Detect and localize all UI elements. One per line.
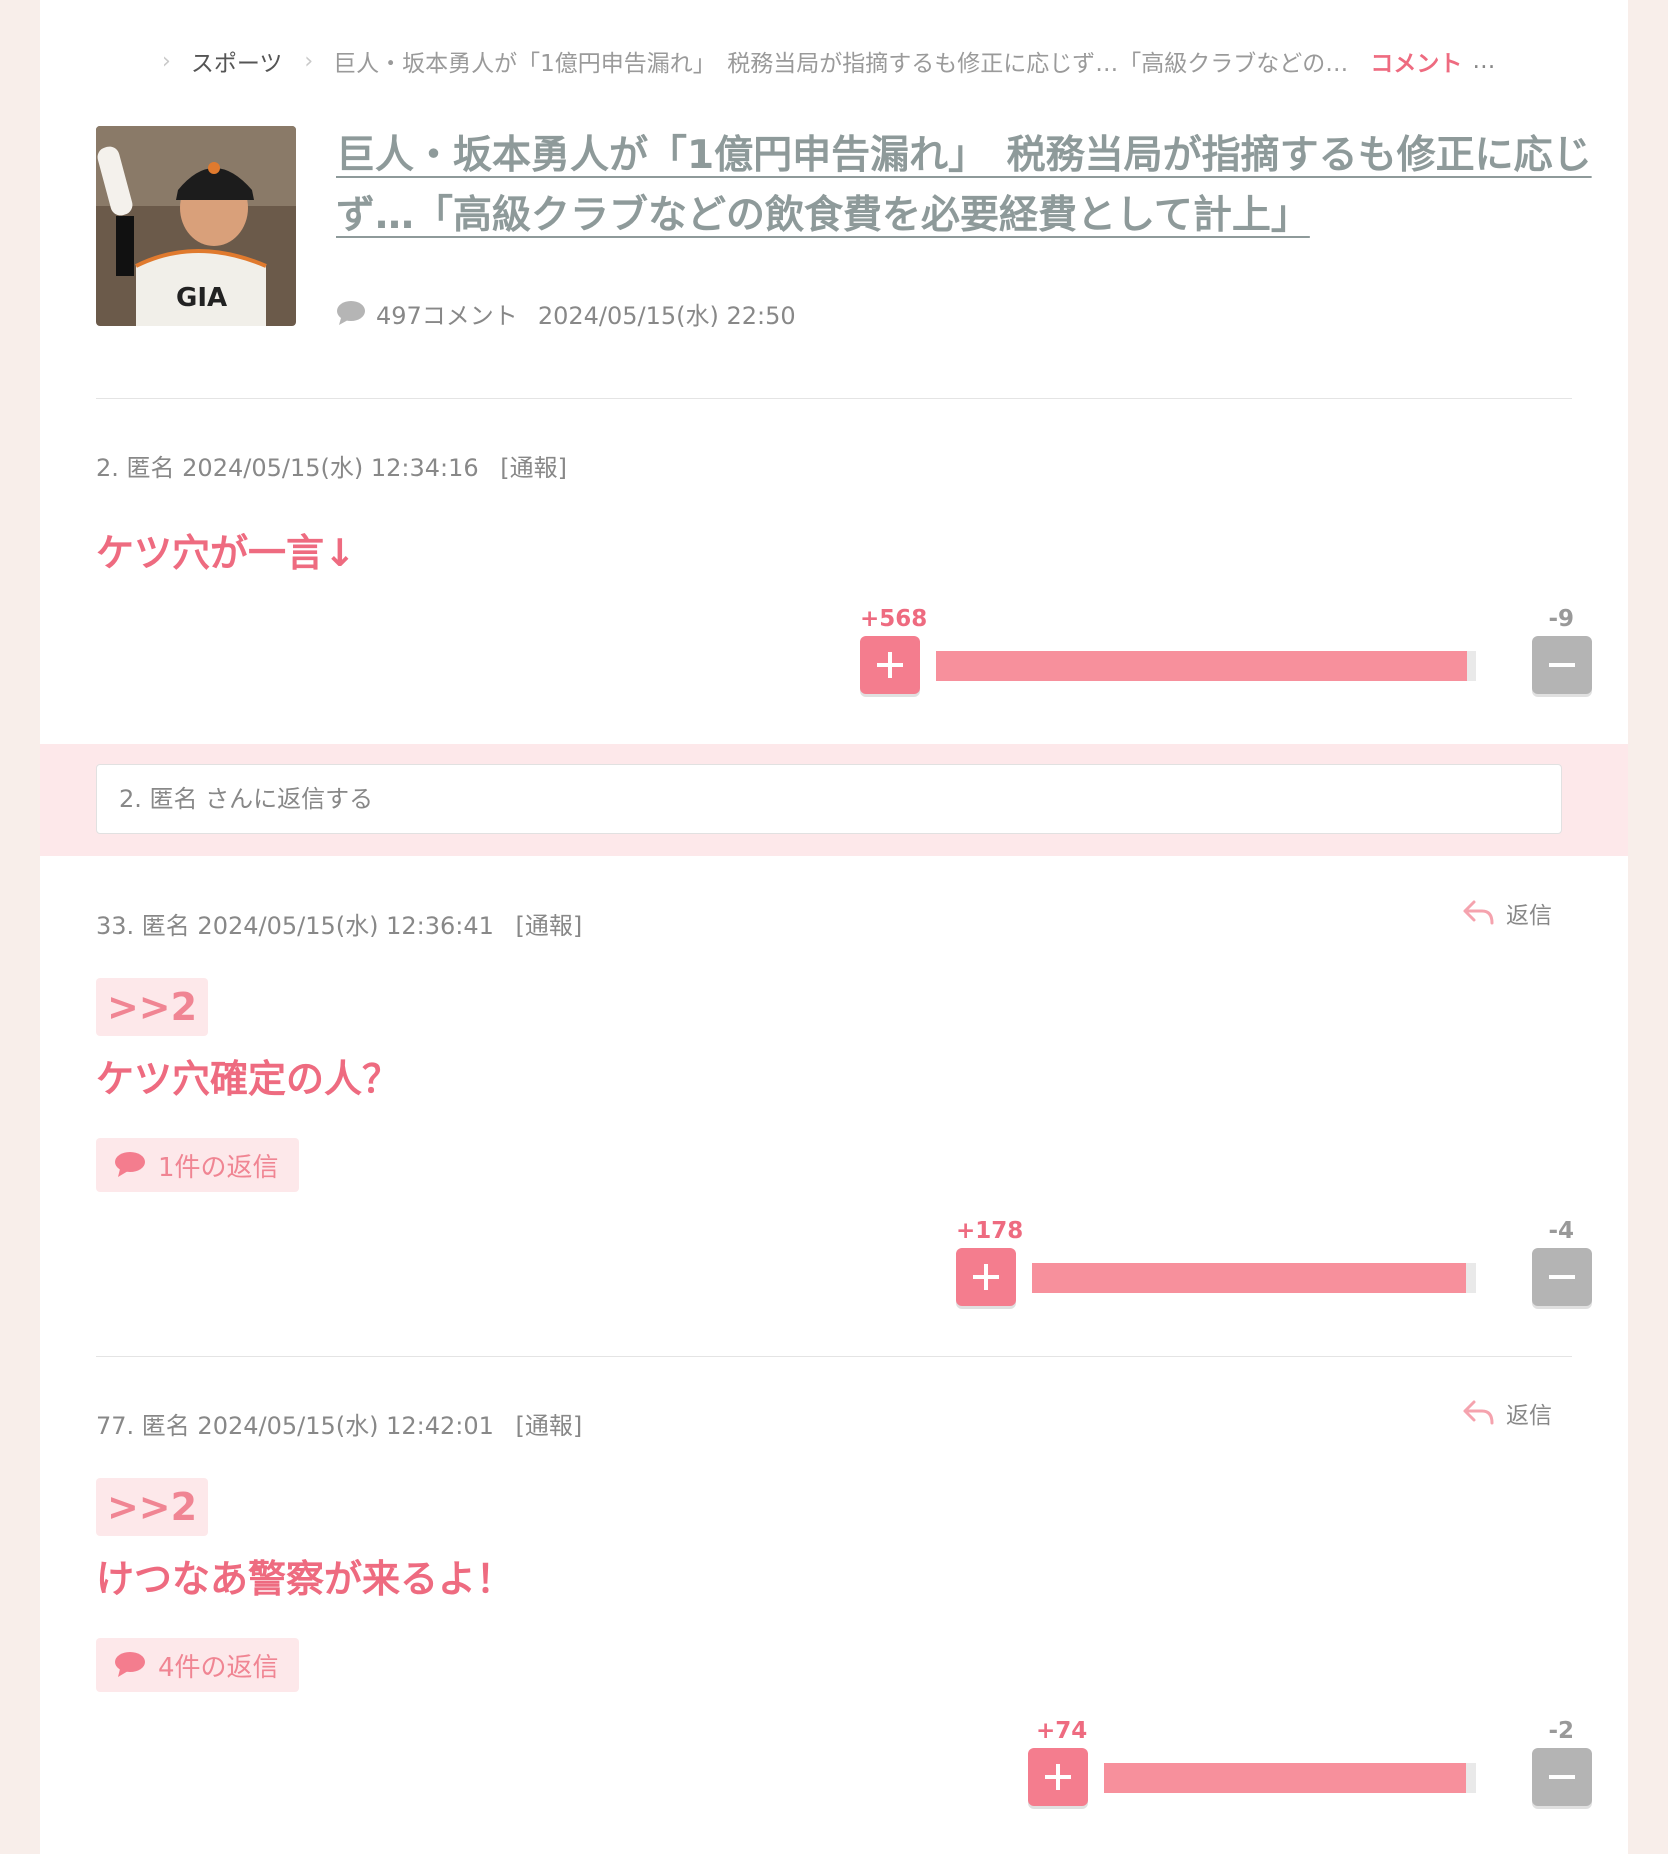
minus-icon bbox=[1549, 663, 1575, 667]
reply-button[interactable]: 返信 bbox=[1462, 896, 1552, 930]
minus-button[interactable] bbox=[1532, 1748, 1592, 1806]
reply-input[interactable] bbox=[96, 764, 1562, 834]
article-datetime: 2024/05/15(水) 22:50 bbox=[537, 301, 796, 330]
comment-id-date: 33. 匿名 2024/05/15(水) 12:36:41 bbox=[96, 912, 494, 940]
vote-bar-fill bbox=[1104, 1763, 1467, 1793]
speech-bubble-icon bbox=[115, 1652, 145, 1677]
plus-count: +74 bbox=[1036, 1718, 1088, 1744]
vote-bar bbox=[936, 651, 1476, 681]
plus-button[interactable] bbox=[860, 636, 920, 694]
plus-count: +178 bbox=[956, 1218, 1024, 1244]
article-thumbnail[interactable]: GIA bbox=[96, 126, 296, 326]
comment-id-date: 2. 匿名 2024/05/15(水) 12:34:16 bbox=[96, 454, 479, 482]
vote-widget: +74 -2 bbox=[1028, 1718, 1592, 1806]
comment-bubble-icon bbox=[337, 301, 365, 325]
article-meta: 497コメント 2024/05/15(水) 22:50 bbox=[336, 296, 796, 330]
plus-icon bbox=[1045, 1764, 1071, 1790]
report-link[interactable]: [通報] bbox=[516, 912, 583, 940]
vote-widget: +568 -9 bbox=[860, 606, 1592, 694]
replies-toggle[interactable]: 4件の返信 bbox=[96, 1638, 299, 1692]
breadcrumb-article[interactable]: 巨人・坂本勇人が「1億円申告漏れ」 税務当局が指摘するも修正に応じず…「高級クラ… bbox=[333, 44, 1348, 78]
divider bbox=[96, 1356, 1572, 1357]
minus-icon bbox=[1549, 1775, 1575, 1779]
minus-count: -2 bbox=[1548, 1718, 1574, 1744]
report-link[interactable]: [通報] bbox=[516, 1412, 583, 1440]
minus-button[interactable] bbox=[1532, 636, 1592, 694]
speech-bubble-icon bbox=[115, 1152, 145, 1177]
minus-button[interactable] bbox=[1532, 1248, 1592, 1306]
replies-toggle[interactable]: 1件の返信 bbox=[96, 1138, 299, 1192]
comment-id-date: 77. 匿名 2024/05/15(水) 12:42:01 bbox=[96, 1412, 494, 1440]
plus-icon bbox=[877, 652, 903, 678]
breadcrumb: › スポーツ › 巨人・坂本勇人が「1億円申告漏れ」 税務当局が指摘するも修正に… bbox=[140, 44, 1600, 78]
reply-label: 返信 bbox=[1506, 903, 1552, 929]
chevron-right-icon: › bbox=[162, 48, 171, 74]
breadcrumb-current: コメント bbox=[1370, 51, 1463, 77]
minus-count: -9 bbox=[1548, 606, 1574, 632]
divider bbox=[96, 398, 1572, 399]
comment-count: 497コメント bbox=[376, 301, 518, 330]
replies-count: 4件の返信 bbox=[158, 1652, 279, 1683]
reply-button[interactable]: 返信 bbox=[1462, 1396, 1552, 1430]
minus-icon bbox=[1549, 1275, 1575, 1279]
comment-meta: 33. 匿名 2024/05/15(水) 12:36:41 [通報] bbox=[96, 906, 582, 941]
thumbnail-jersey-text: GIA bbox=[176, 283, 227, 313]
reply-band bbox=[40, 744, 1628, 856]
replies-count: 1件の返信 bbox=[158, 1152, 279, 1183]
breadcrumb-sports[interactable]: スポーツ bbox=[191, 44, 283, 78]
article-title[interactable]: 巨人・坂本勇人が「1億円申告漏れ」 税務当局が指摘するも修正に応じず…「高級クラ… bbox=[336, 126, 1616, 246]
reply-label: 返信 bbox=[1506, 1403, 1552, 1429]
plus-count: +568 bbox=[860, 606, 928, 632]
vote-bar-fill bbox=[936, 651, 1468, 681]
breadcrumb-more: … bbox=[1472, 48, 1496, 74]
vote-bar-fill bbox=[1032, 1263, 1467, 1293]
plus-icon bbox=[973, 1264, 999, 1290]
comment-meta: 2. 匿名 2024/05/15(水) 12:34:16 [通報] bbox=[96, 448, 567, 483]
vote-widget: +178 -4 bbox=[956, 1218, 1592, 1306]
reply-anchor[interactable]: >>2 bbox=[96, 1478, 208, 1536]
reply-arrow-icon bbox=[1463, 900, 1494, 925]
comment-meta: 77. 匿名 2024/05/15(水) 12:42:01 [通報] bbox=[96, 1406, 582, 1441]
reply-anchor[interactable]: >>2 bbox=[96, 978, 208, 1036]
chevron-right-icon: › bbox=[304, 48, 314, 74]
report-link[interactable]: [通報] bbox=[500, 454, 567, 482]
plus-button[interactable] bbox=[1028, 1748, 1088, 1806]
reply-arrow-icon bbox=[1463, 1400, 1494, 1425]
comment-body: ケツ穴が一言↓ bbox=[96, 531, 356, 575]
plus-button[interactable] bbox=[956, 1248, 1016, 1306]
minus-count: -4 bbox=[1548, 1218, 1574, 1244]
comment-body: けつなあ警察が来るよ！ bbox=[96, 1557, 515, 1601]
comment-body: ケツ穴確定の人？ bbox=[96, 1057, 401, 1101]
vote-bar bbox=[1032, 1263, 1476, 1293]
vote-bar bbox=[1104, 1763, 1476, 1793]
page: › スポーツ › 巨人・坂本勇人が「1億円申告漏れ」 税務当局が指摘するも修正に… bbox=[40, 0, 1628, 1854]
